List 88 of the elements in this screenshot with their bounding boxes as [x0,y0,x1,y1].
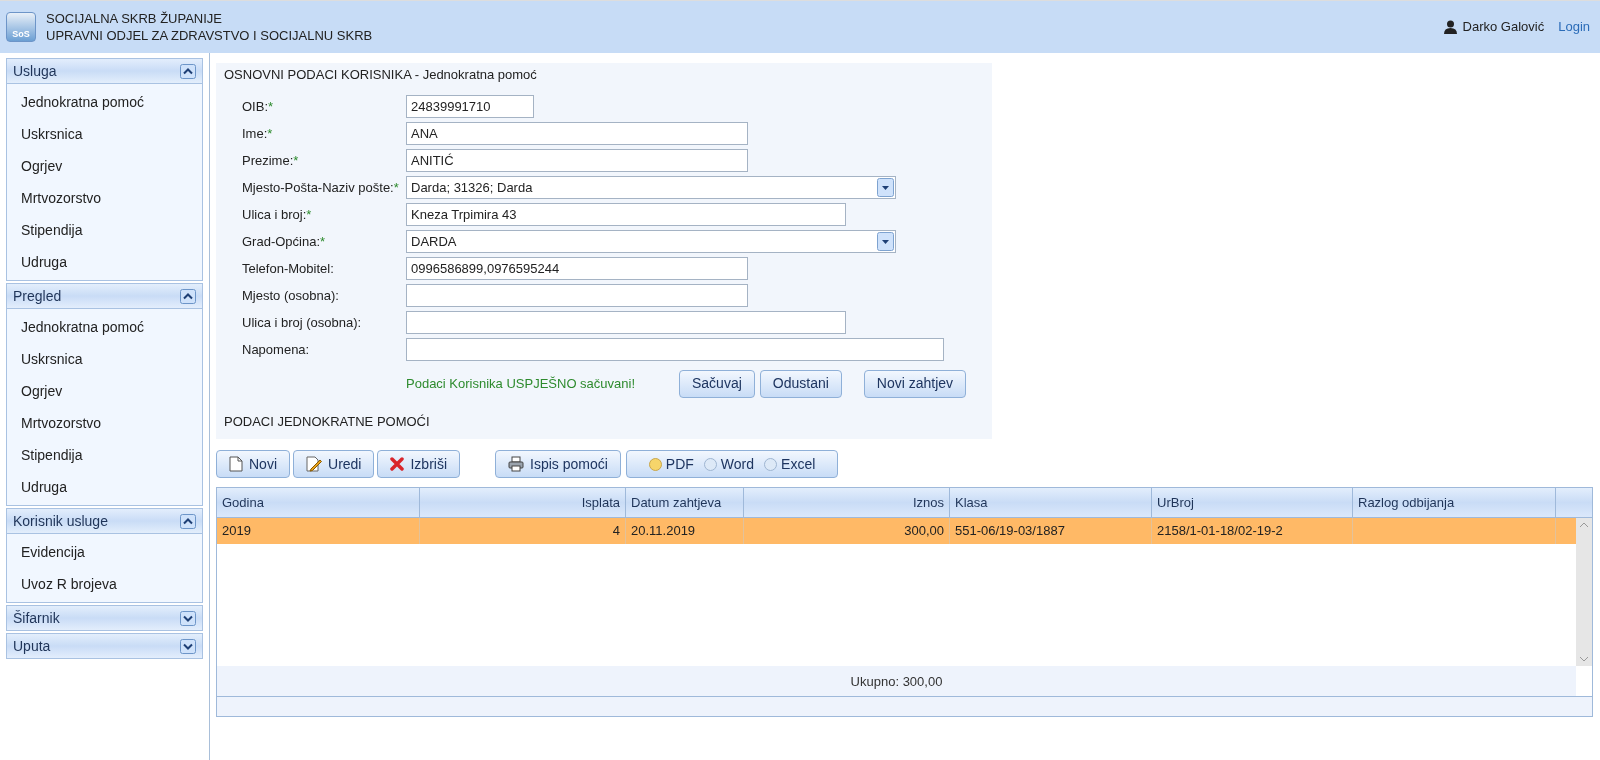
table-cell: 551-06/19-03/1887 [955,523,1065,538]
sidebar-item[interactable]: Udruga [7,246,202,278]
table-cell: 2158/1-01-18/02-19-2 [1157,523,1283,538]
column-header[interactable]: Klasa [950,488,1152,517]
dropdown-field[interactable]: Darda; 31326; Darda [406,176,896,199]
sidebar-item[interactable]: Jednokratna pomoć [7,311,202,343]
app-logo: SoS [6,12,36,42]
field-label: Napomena: [241,340,311,359]
collapse-icon[interactable] [180,63,196,79]
expand-icon[interactable] [180,610,196,626]
user-icon [1443,20,1457,34]
scroll-down-icon[interactable] [1579,656,1589,662]
field-label: Ime:* [241,124,274,143]
field-label: Ulica i broj:* [241,205,313,224]
sidebar-item[interactable]: Ogrjev [7,150,202,182]
pencil-document-icon [306,456,322,472]
sidebar-item[interactable]: Jednokratna pomoć [7,86,202,118]
scrollbar[interactable] [1576,518,1592,666]
sidebar-item[interactable]: Uvoz R brojeva [7,568,202,600]
form-button[interactable]: Sačuvaj [679,369,755,398]
field-label: Grad-Općina:* [241,232,327,251]
sidebar-section-header[interactable]: Uputa [6,633,203,659]
sidebar-item[interactable]: Ogrjev [7,375,202,407]
sidebar-item[interactable]: Uskrsnica [7,118,202,150]
input-field[interactable]: 24839991710 [406,95,534,118]
form-button[interactable]: Novi zahtjev [863,369,967,398]
field-label: Ulica i broj (osobna): [241,313,363,332]
radio-selected-icon[interactable] [648,457,662,471]
input-field[interactable]: Kneza Trpimira 43 [406,203,846,226]
collapse-icon[interactable] [180,288,196,304]
toolbar-button[interactable]: Novi [216,450,290,478]
collapse-icon[interactable] [180,513,196,529]
sidebar-section-header[interactable]: Usluga [6,58,203,84]
toolbar-button[interactable]: Ispis pomoći [495,450,621,478]
sidebar-item[interactable]: Mrtvozorstvo [7,407,202,439]
field-label: Mjesto-Pošta-Naziv pošte:* [241,178,400,197]
sidebar-item[interactable]: Stipendija [7,439,202,471]
section-title: PODACI JEDNOKRATNE POMOĆI [224,412,431,431]
column-header[interactable]: UrBroj [1152,488,1353,517]
field-label: Telefon-Mobitel: [241,259,335,278]
format-radio[interactable]: PDF [648,453,694,475]
app-title: SOCIJALNA SKRB ŽUPANIJE [46,10,224,27]
table-cell: 2019 [222,523,251,538]
format-radio[interactable]: Excel [764,453,816,475]
column-header[interactable]: Razlog odbijanja [1353,488,1556,517]
input-field[interactable] [406,311,846,334]
status-message: Podaci Korisnika USPJEŠNO sačuvani! [406,374,637,393]
printer-icon [508,456,525,472]
user-name: Darko Galović [1462,18,1545,37]
dropdown-field[interactable]: DARDA [406,230,896,253]
scroll-up-icon[interactable] [1579,522,1589,528]
sidebar-section-header[interactable]: Pregled [6,283,203,309]
radio-icon[interactable] [703,457,717,471]
input-field[interactable]: ANITIĆ [406,149,748,172]
sidebar-item[interactable]: Uskrsnica [7,343,202,375]
expand-icon[interactable] [180,638,196,654]
sidebar-section-header[interactable]: Korisnik usluge [6,508,203,534]
table-cell: 20.11.2019 [631,523,696,538]
sidebar-item[interactable]: Evidencija [7,536,202,568]
table-cell: 300,00 [904,523,944,538]
table-total: Ukupno: 300,00 [850,672,943,691]
column-header[interactable]: Godina [217,488,420,517]
column-header[interactable]: Datum zahtjeva [626,488,744,517]
table-row[interactable]: 2019 4 20.11.2019 300,00 551-06/19-03/1887 2158/1-01-18/02-19-2 [217,518,1576,544]
input-field[interactable]: ANA [406,122,748,145]
document-icon [229,456,243,472]
cross-icon [390,457,405,471]
sidebar-section-header[interactable]: Šifarnik [6,605,203,631]
column-header[interactable]: Iznos [744,488,950,517]
toolbar-button[interactable]: Uredi [293,450,375,478]
login-link[interactable]: Login [1558,17,1590,37]
form-title: OSNOVNI PODACI KORISNIKA - Jednokratna pomoć [224,66,538,84]
field-label: OIB:* [241,97,275,116]
column-header[interactable]: Isplata [420,488,626,517]
app-subtitle: UPRAVNI ODJEL ZA ZDRAVSTVO I SOCIJALNU SKRB [46,27,373,44]
sidebar-item[interactable]: Stipendija [7,214,202,246]
input-field[interactable] [406,284,748,307]
sidebar-item[interactable]: Mrtvozorstvo [7,182,202,214]
toolbar-button[interactable]: Izbriši [377,450,461,478]
sidebar-item[interactable]: Udruga [7,471,202,503]
input-field[interactable] [406,338,944,361]
input-field[interactable]: 0996586899,0976595244 [406,257,748,280]
radio-icon[interactable] [764,457,778,471]
format-radio[interactable]: Word [703,453,755,475]
field-label: Prezime:* [241,151,300,170]
field-label: Mjesto (osobna): [241,286,340,305]
table-cell: 4 [612,523,620,538]
form-button[interactable]: Odustani [759,369,842,398]
